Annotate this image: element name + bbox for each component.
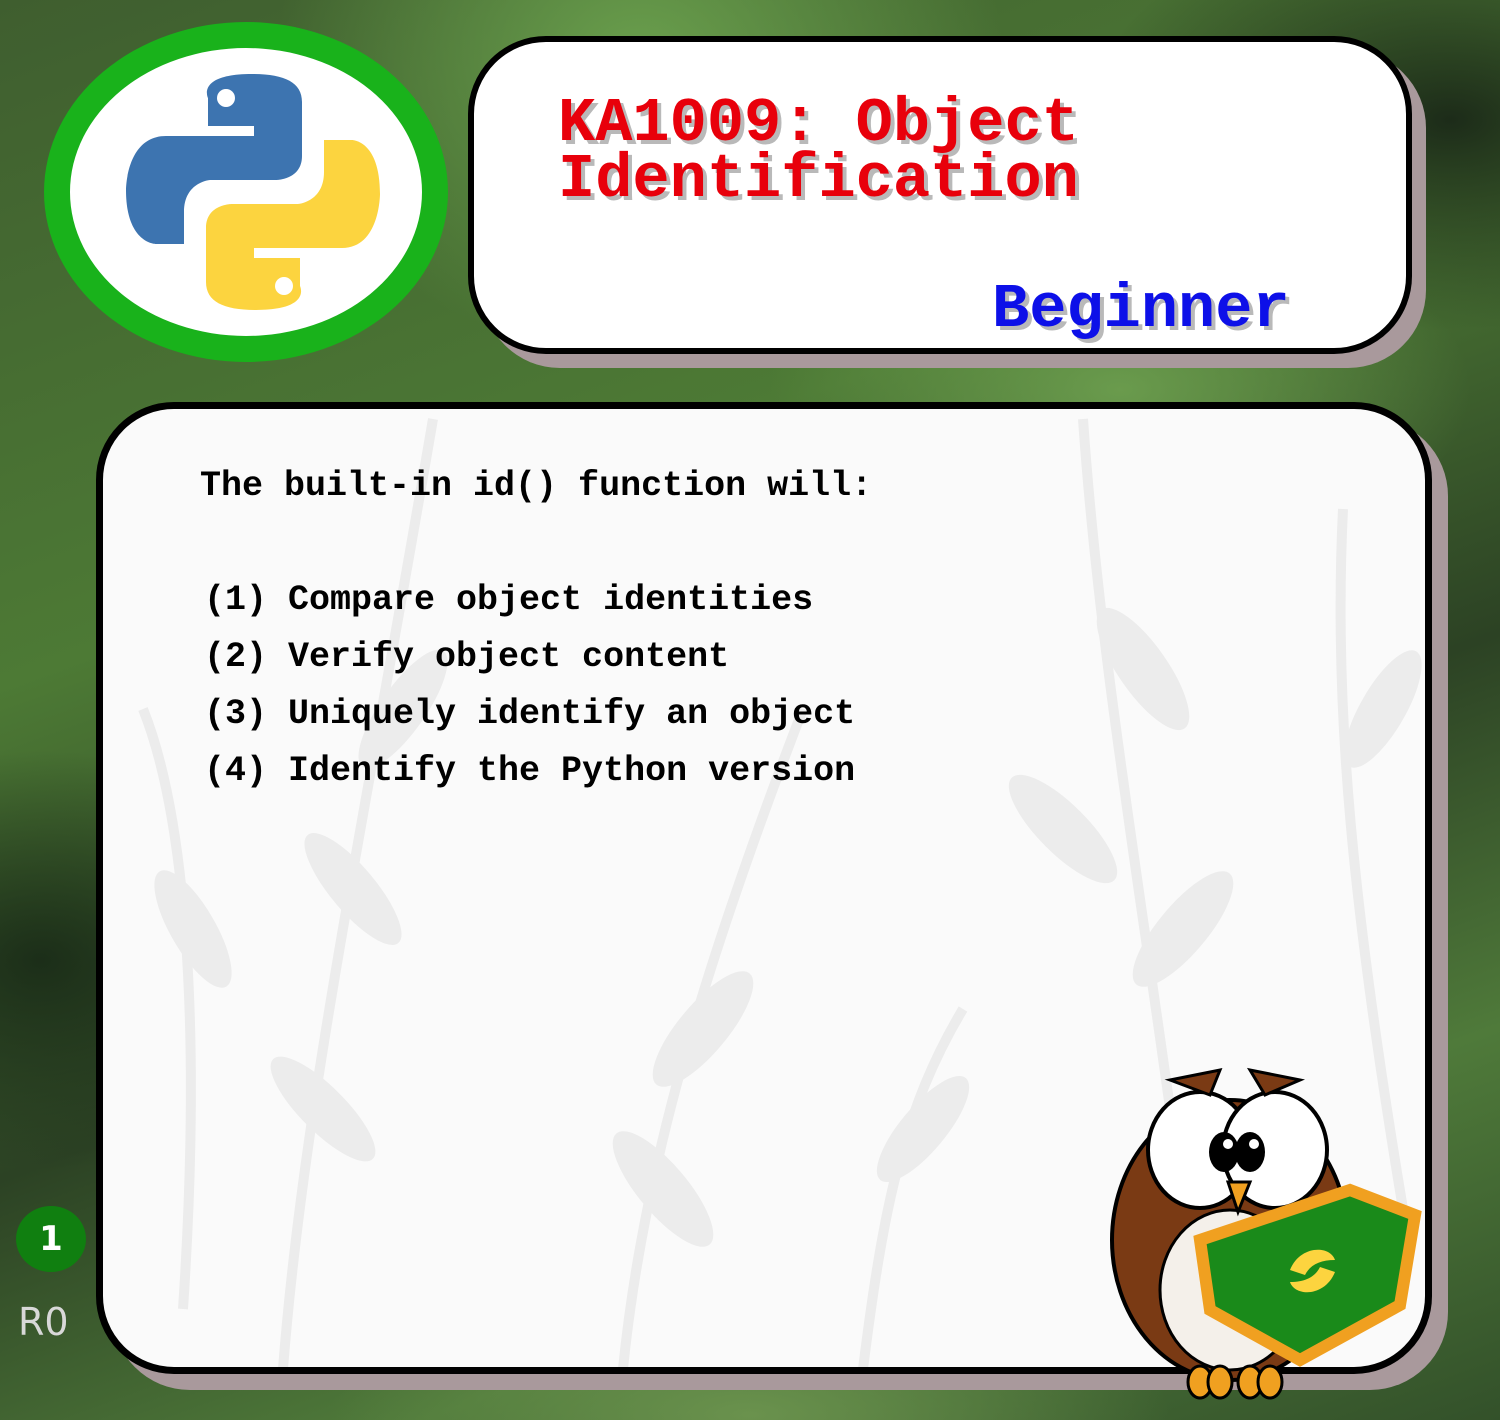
answer-option-2: (2) Verify object content bbox=[204, 637, 730, 677]
question-text: The built-in id() function will: bbox=[200, 466, 873, 506]
question-number-badge: 1 bbox=[16, 1206, 86, 1272]
answer-option-4: (4) Identify the Python version bbox=[204, 751, 856, 791]
difficulty-level: Beginner bbox=[992, 274, 1290, 345]
owl-mascot-icon bbox=[1110, 1067, 1422, 1400]
answer-option-3: (3) Uniquely identify an object bbox=[204, 694, 856, 734]
page-title: KA1009: Object Identification bbox=[558, 93, 1318, 215]
python-logo-icon bbox=[126, 74, 380, 310]
title-line-2: Identification bbox=[558, 144, 1079, 215]
revision-label: R0 bbox=[18, 1300, 69, 1344]
answer-option-1: (1) Compare object identities bbox=[204, 580, 814, 620]
